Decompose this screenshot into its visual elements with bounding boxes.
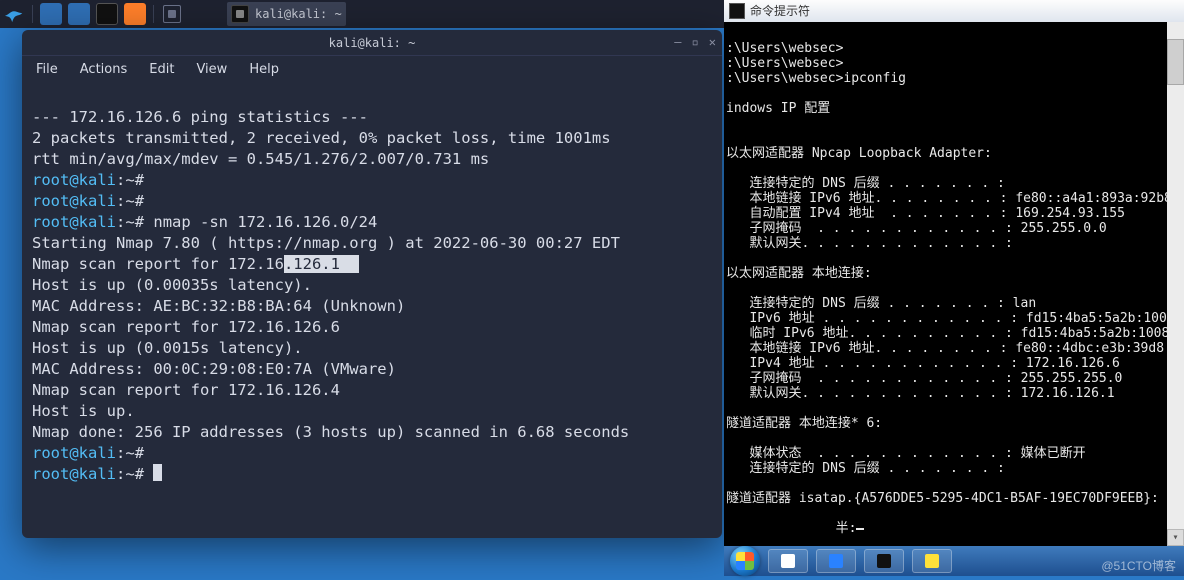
cmd-body[interactable]: :\Users\websec> :\Users\websec> :\Users\… bbox=[724, 22, 1184, 546]
taskbar-item-terminal[interactable]: kali@kali: ~ bbox=[227, 2, 346, 26]
launcher-firefox[interactable] bbox=[124, 3, 146, 25]
cmd-line: 以太网适配器 Npcap Loopback Adapter: bbox=[726, 146, 992, 161]
close-button[interactable]: ✕ bbox=[709, 35, 716, 49]
cmd-line: 自动配置 IPv4 地址 . . . . . . . : 169.254.93.… bbox=[726, 206, 1125, 221]
cmd-line: 连接特定的 DNS 后缀 . . . . . . . : bbox=[726, 176, 1005, 191]
cmd-line: :\Users\websec> bbox=[726, 56, 843, 71]
start-button[interactable] bbox=[730, 546, 760, 576]
cmd-icon bbox=[729, 3, 745, 19]
terminal-cursor bbox=[153, 464, 162, 481]
cmd-line: 以太网适配器 本地连接: bbox=[726, 266, 872, 281]
term-line: Nmap scan report for 172.16.126.4 bbox=[32, 381, 340, 399]
launcher-folder[interactable] bbox=[68, 3, 90, 25]
menu-help[interactable]: Help bbox=[249, 62, 279, 77]
terminal-body[interactable]: --- 172.16.126.6 ping statistics --- 2 p… bbox=[22, 82, 722, 495]
cmd-title: 命令提示符 bbox=[750, 4, 810, 19]
cmd-line: 子网掩码 . . . . . . . . . . . . : 255.255.0… bbox=[726, 221, 1107, 236]
cmd-line: :\Users\websec> bbox=[726, 41, 843, 56]
taskbar-item-label: kali@kali: ~ bbox=[255, 7, 342, 21]
cmd-line: 连接特定的 DNS 后缀 . . . . . . . : lan bbox=[726, 296, 1036, 311]
cmd-line: IPv4 地址 . . . . . . . . . . . . : 172.16… bbox=[726, 356, 1120, 371]
launcher-terminal[interactable] bbox=[96, 3, 118, 25]
terminal-menubar: File Actions Edit View Help bbox=[22, 56, 722, 82]
scroll-thumb[interactable] bbox=[1167, 39, 1184, 85]
menu-view[interactable]: View bbox=[196, 62, 227, 77]
term-line: MAC Address: 00:0C:29:08:E0:7A (VMware) bbox=[32, 360, 396, 378]
workspace-switcher[interactable] bbox=[159, 2, 185, 26]
terminal-window: kali@kali: ~ — ▫ ✕ File Actions Edit Vie… bbox=[22, 30, 722, 538]
maximize-button[interactable]: ▫ bbox=[692, 35, 699, 49]
cmd-cursor bbox=[856, 528, 864, 530]
cmd-line: 临时 IPv6 地址. . . . . . . . . . : fd15:4ba… bbox=[726, 326, 1184, 341]
cmd-line: 本地链接 IPv6 地址. . . . . . . . : fe80::4dbc… bbox=[726, 341, 1184, 356]
term-line: Host is up (0.0015s latency). bbox=[32, 339, 303, 357]
terminal-title: kali@kali: ~ bbox=[329, 36, 416, 50]
cmd-line: 半: bbox=[726, 521, 856, 536]
menu-edit[interactable]: Edit bbox=[149, 62, 174, 77]
prompt: root@kali:~# bbox=[32, 171, 144, 189]
prompt: root@kali:~# bbox=[32, 213, 144, 231]
cmd-scrollbar[interactable]: ▴ ▾ bbox=[1167, 22, 1184, 546]
cmd-line: IPv6 地址 . . . . . . . . . . . . : fd15:4… bbox=[726, 311, 1184, 326]
cmd-window: 命令提示符 :\Users\websec> :\Users\websec> :\… bbox=[724, 0, 1184, 546]
menu-file[interactable]: File bbox=[36, 62, 58, 77]
term-line: Host is up. bbox=[32, 402, 135, 420]
cmd-line: 连接特定的 DNS 后缀 . . . . . . . : bbox=[726, 461, 1005, 476]
kali-menu-button[interactable] bbox=[0, 0, 28, 28]
cmd-line: indows IP 配置 bbox=[726, 101, 830, 116]
term-line: Nmap done: 256 IP addresses (3 hosts up)… bbox=[32, 423, 629, 441]
term-line: Host is up (0.00035s latency). bbox=[32, 276, 312, 294]
cmd-line: 默认网关. . . . . . . . . . . . . : bbox=[726, 236, 1013, 251]
term-line: rtt min/avg/max/mdev = 0.545/1.276/2.007… bbox=[32, 150, 489, 168]
term-line: MAC Address: AE:BC:32:B8:BA:64 (Unknown) bbox=[32, 297, 405, 315]
cmd-line: 媒体状态 . . . . . . . . . . . . : 媒体已断开 bbox=[726, 446, 1086, 461]
terminal-titlebar[interactable]: kali@kali: ~ — ▫ ✕ bbox=[22, 30, 722, 56]
prompt: root@kali:~# bbox=[32, 192, 144, 210]
scroll-down-button[interactable]: ▾ bbox=[1167, 529, 1184, 546]
cmd-line: 本地链接 IPv6 地址. . . . . . . . : fe80::a4a1… bbox=[726, 191, 1184, 206]
minimize-button[interactable]: — bbox=[674, 35, 681, 49]
taskbar-item[interactable] bbox=[768, 549, 808, 573]
cmd-line: 隧道适配器 isatap.{A576DDE5-5295-4DC1-B5AF-19… bbox=[726, 491, 1159, 506]
term-cmd: nmap -sn 172.16.126.0/24 bbox=[144, 213, 377, 231]
watermark: @51CTO博客 bbox=[1101, 557, 1176, 574]
cmd-line: :\Users\websec>ipconfig bbox=[726, 71, 906, 86]
term-line: --- 172.16.126.6 ping statistics --- bbox=[32, 108, 368, 126]
menu-actions[interactable]: Actions bbox=[80, 62, 128, 77]
term-line: Nmap scan report for 172.16.126.6 bbox=[32, 318, 340, 336]
term-line: 2 packets transmitted, 2 received, 0% pa… bbox=[32, 129, 611, 147]
term-selection: .126.1 bbox=[284, 255, 359, 273]
term-line: Starting Nmap 7.80 ( https://nmap.org ) … bbox=[32, 234, 620, 252]
launcher-files[interactable] bbox=[40, 3, 62, 25]
prompt: root@kali:~# bbox=[32, 465, 144, 483]
cmd-line: 隧道适配器 本地连接* 6: bbox=[726, 416, 882, 431]
taskbar-item[interactable] bbox=[816, 549, 856, 573]
cmd-line: 默认网关. . . . . . . . . . . . . : 172.16.1… bbox=[726, 386, 1115, 401]
term-line: Nmap scan report for 172.16 bbox=[32, 255, 284, 273]
taskbar-item[interactable] bbox=[864, 549, 904, 573]
prompt: root@kali:~# bbox=[32, 444, 144, 462]
taskbar-item[interactable] bbox=[912, 549, 952, 573]
cmd-titlebar[interactable]: 命令提示符 bbox=[724, 0, 1184, 22]
cmd-line: 子网掩码 . . . . . . . . . . . . : 255.255.2… bbox=[726, 371, 1122, 386]
